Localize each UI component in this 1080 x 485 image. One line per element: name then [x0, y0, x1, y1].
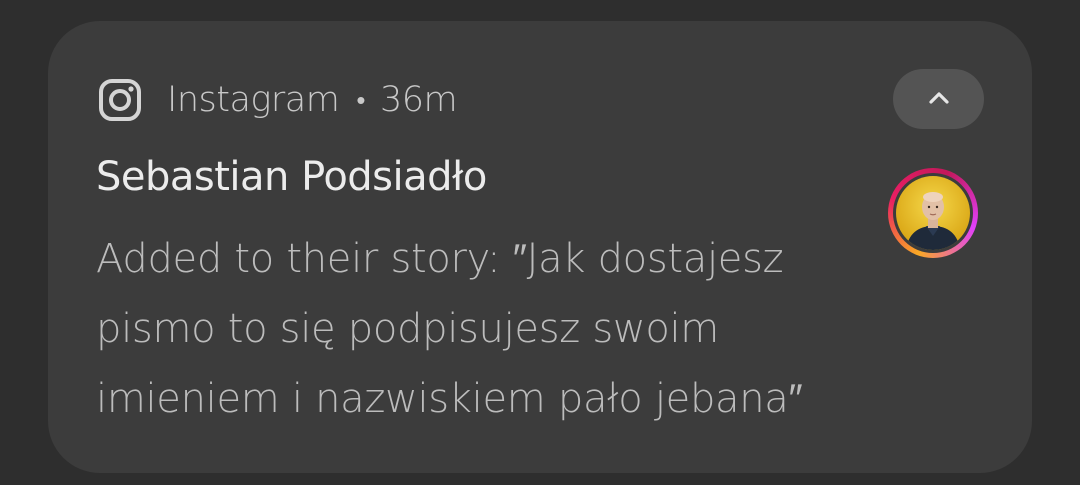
notification-card[interactable]: Instagram • 36m Sebastian Podsiadło Adde… — [48, 21, 1032, 473]
notification-time: 36m — [379, 80, 458, 120]
instagram-icon — [98, 78, 142, 122]
collapse-button[interactable] — [893, 69, 984, 129]
chevron-up-icon — [928, 90, 950, 109]
avatar-photo — [896, 176, 970, 250]
notification-header: Instagram • 36m — [167, 78, 458, 122]
app-name: Instagram — [167, 80, 340, 120]
notification-message: Added to their story: ″Jak dostajesz pis… — [96, 236, 803, 422]
avatar[interactable] — [888, 168, 978, 258]
avatar-ring-gap — [893, 173, 973, 253]
notification-title: Sebastian Podsiadło — [96, 154, 487, 200]
separator-dot: • — [356, 85, 365, 116]
